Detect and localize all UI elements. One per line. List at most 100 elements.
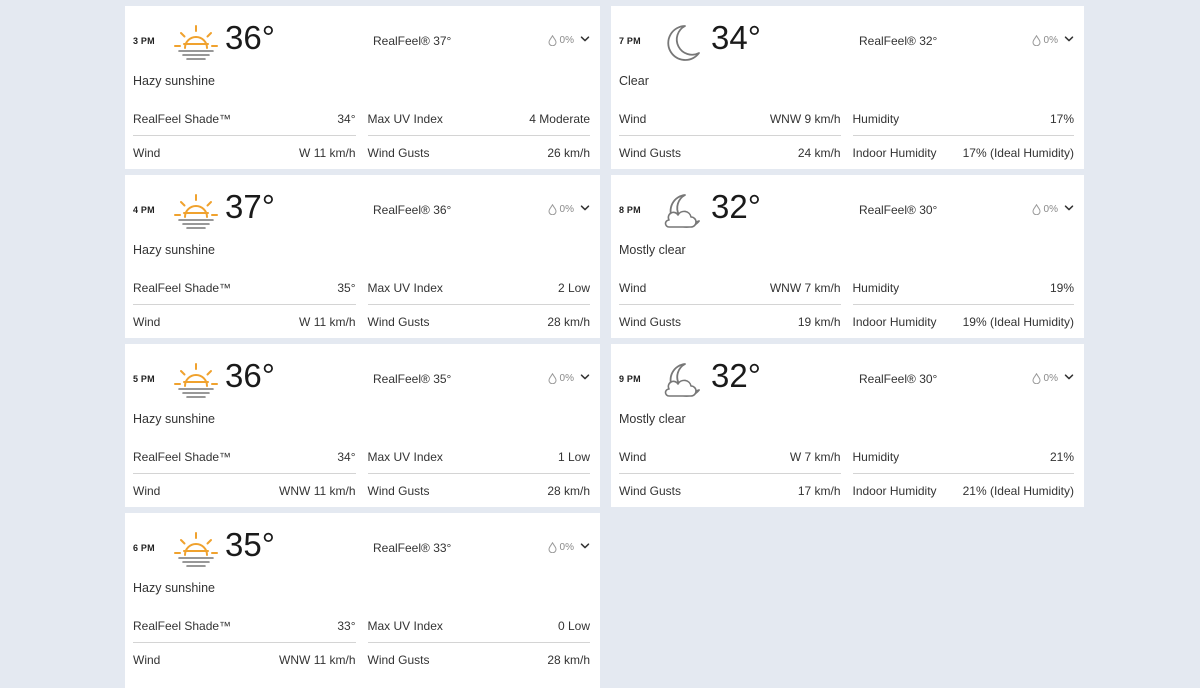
hourly-card-header[interactable]: 4 PM 37° RealFeel® 36° 0% — [125, 175, 600, 239]
hazy-sun-icon — [173, 20, 219, 66]
precipitation: 0% — [1032, 204, 1058, 215]
detail-row: Wind WNW 7 km/h — [619, 274, 841, 305]
hourly-card-header[interactable]: 5 PM 36° RealFeel® 35° 0% — [125, 344, 600, 408]
precipitation: 0% — [1032, 35, 1058, 46]
detail-value: 24 km/h — [797, 146, 841, 160]
detail-row: Wind W 7 km/h — [619, 443, 841, 474]
detail-label: Wind Gusts — [367, 315, 430, 329]
detail-row: Wind W 11 km/h — [133, 305, 356, 336]
chevron-down-icon[interactable] — [1064, 34, 1074, 44]
details-grid: Wind WNW 7 km/h Humidity 19% Wind Gusts 19 … — [619, 274, 1074, 336]
chevron-down-icon[interactable] — [580, 541, 590, 551]
detail-row: Humidity 17% — [852, 105, 1074, 136]
chevron-down-icon[interactable] — [580, 372, 590, 382]
detail-row: RealFeel Shade™ 33° — [133, 612, 356, 643]
precipitation-value: 0% — [1043, 35, 1058, 46]
detail-value: 21% (Ideal Humidity) — [962, 484, 1074, 498]
hourly-card[interactable]: 4 PM 37° RealFeel® 36° 0% Hazy sunshine … — [125, 175, 600, 338]
detail-row: Indoor Humidity 17% (Ideal Humidity) — [853, 136, 1075, 167]
detail-row: Max UV Index 1 Low — [367, 443, 590, 474]
hourly-card-header[interactable]: 8 PM 32° RealFeel® 30° 0% — [611, 175, 1084, 239]
hour-label: 6 PM — [133, 543, 155, 553]
hourly-card-header[interactable]: 7 PM 34° RealFeel® 32° 0% — [611, 6, 1084, 70]
detail-value: 1 Low — [557, 450, 590, 464]
hazy-sun-icon — [173, 527, 219, 573]
temperature: 36° — [225, 19, 275, 56]
detail-value: 19% (Ideal Humidity) — [962, 315, 1074, 329]
precipitation-value: 0% — [559, 542, 574, 553]
detail-value: 19% — [1049, 281, 1074, 295]
detail-row: Wind WNW 9 km/h — [619, 105, 841, 136]
detail-value: WNW 11 km/h — [279, 484, 356, 498]
hourly-column-evening: 7 PM 34° RealFeel® 32° 0% Clear Wind WNW … — [611, 6, 1084, 513]
detail-label: Wind — [133, 484, 161, 498]
hourly-card-header[interactable]: 9 PM 32° RealFeel® 30° 0% — [611, 344, 1084, 408]
hour-label: 9 PM — [619, 374, 641, 384]
detail-label: Wind Gusts — [619, 484, 682, 498]
raindrop-icon — [1032, 204, 1041, 215]
details-grid: RealFeel Shade™ 34° Max UV Index 1 Low Win… — [133, 443, 590, 505]
realfeel-value: RealFeel® 35° — [373, 372, 452, 386]
precipitation-value: 0% — [1043, 373, 1058, 384]
detail-value: 0 Low — [557, 619, 590, 633]
detail-row: RealFeel Shade™ 35° — [133, 274, 356, 305]
chevron-down-icon[interactable] — [1064, 372, 1074, 382]
detail-label: Wind — [619, 281, 647, 295]
precipitation-value: 0% — [559, 35, 574, 46]
detail-value: 34° — [337, 112, 356, 126]
detail-label: Max UV Index — [367, 281, 443, 295]
precipitation-value: 0% — [1043, 204, 1058, 215]
hourly-card[interactable]: 5 PM 36° RealFeel® 35° 0% Hazy sunshine … — [125, 344, 600, 507]
details-grid: RealFeel Shade™ 34° Max UV Index 4 Moderat… — [133, 105, 590, 167]
temperature: 32° — [711, 357, 761, 394]
detail-row: Max UV Index 0 Low — [367, 612, 590, 643]
detail-row: Wind Gusts 17 km/h — [619, 474, 841, 505]
detail-row: Max UV Index 2 Low — [367, 274, 590, 305]
detail-label: RealFeel Shade™ — [133, 619, 232, 633]
precipitation: 0% — [548, 542, 574, 553]
weather-phrase: Clear — [619, 74, 649, 88]
details-grid: Wind WNW 9 km/h Humidity 17% Wind Gusts 24 … — [619, 105, 1074, 167]
detail-value: 17 km/h — [797, 484, 841, 498]
hazy-sun-icon — [173, 189, 219, 235]
detail-row: Indoor Humidity 19% (Ideal Humidity) — [853, 305, 1075, 336]
hour-label: 8 PM — [619, 205, 641, 215]
chevron-down-icon[interactable] — [580, 34, 590, 44]
hourly-card[interactable]: 6 PM 35° RealFeel® 33° 0% Hazy sunshine … — [125, 513, 600, 688]
moon-cloud-icon — [659, 358, 705, 404]
realfeel-value: RealFeel® 30° — [859, 372, 938, 386]
detail-value: 19 km/h — [797, 315, 841, 329]
detail-row: Humidity 21% — [852, 443, 1074, 474]
hourly-card[interactable]: 8 PM 32° RealFeel® 30° 0% Mostly clear W… — [611, 175, 1084, 338]
hourly-card-header[interactable]: 3 PM 36° RealFeel® 37° 0% — [125, 6, 600, 70]
detail-value: 2 Low — [557, 281, 590, 295]
raindrop-icon — [548, 542, 557, 553]
temperature: 36° — [225, 357, 275, 394]
weather-phrase: Hazy sunshine — [133, 412, 215, 426]
detail-row: Indoor Humidity 21% (Ideal Humidity) — [853, 474, 1075, 505]
detail-label: Max UV Index — [367, 112, 443, 126]
detail-value: 35° — [337, 281, 356, 295]
detail-label: RealFeel Shade™ — [133, 112, 232, 126]
hour-label: 3 PM — [133, 36, 155, 46]
detail-row: Wind W 11 km/h — [133, 136, 356, 167]
detail-value: WNW 9 km/h — [769, 112, 841, 126]
hourly-card[interactable]: 7 PM 34° RealFeel® 32° 0% Clear Wind WNW … — [611, 6, 1084, 169]
details-grid: Wind W 7 km/h Humidity 21% Wind Gusts 17 km… — [619, 443, 1074, 505]
chevron-down-icon[interactable] — [1064, 203, 1074, 213]
moon-cloud-icon — [659, 189, 705, 235]
temperature: 37° — [225, 188, 275, 225]
weather-phrase: Hazy sunshine — [133, 243, 215, 257]
hour-label: 7 PM — [619, 36, 641, 46]
realfeel-value: RealFeel® 33° — [373, 541, 452, 555]
weather-phrase: Hazy sunshine — [133, 74, 215, 88]
hourly-card[interactable]: 3 PM 36° RealFeel® 37° 0% Hazy sunshine … — [125, 6, 600, 169]
details-grid: RealFeel Shade™ 35° Max UV Index 2 Low Win… — [133, 274, 590, 336]
hourly-card[interactable]: 9 PM 32° RealFeel® 30° 0% Mostly clear W… — [611, 344, 1084, 507]
raindrop-icon — [1032, 35, 1041, 46]
hourly-card-header[interactable]: 6 PM 35° RealFeel® 33° 0% — [125, 513, 600, 577]
raindrop-icon — [1032, 373, 1041, 384]
hour-label: 4 PM — [133, 205, 155, 215]
detail-value: 4 Moderate — [529, 112, 590, 126]
chevron-down-icon[interactable] — [580, 203, 590, 213]
